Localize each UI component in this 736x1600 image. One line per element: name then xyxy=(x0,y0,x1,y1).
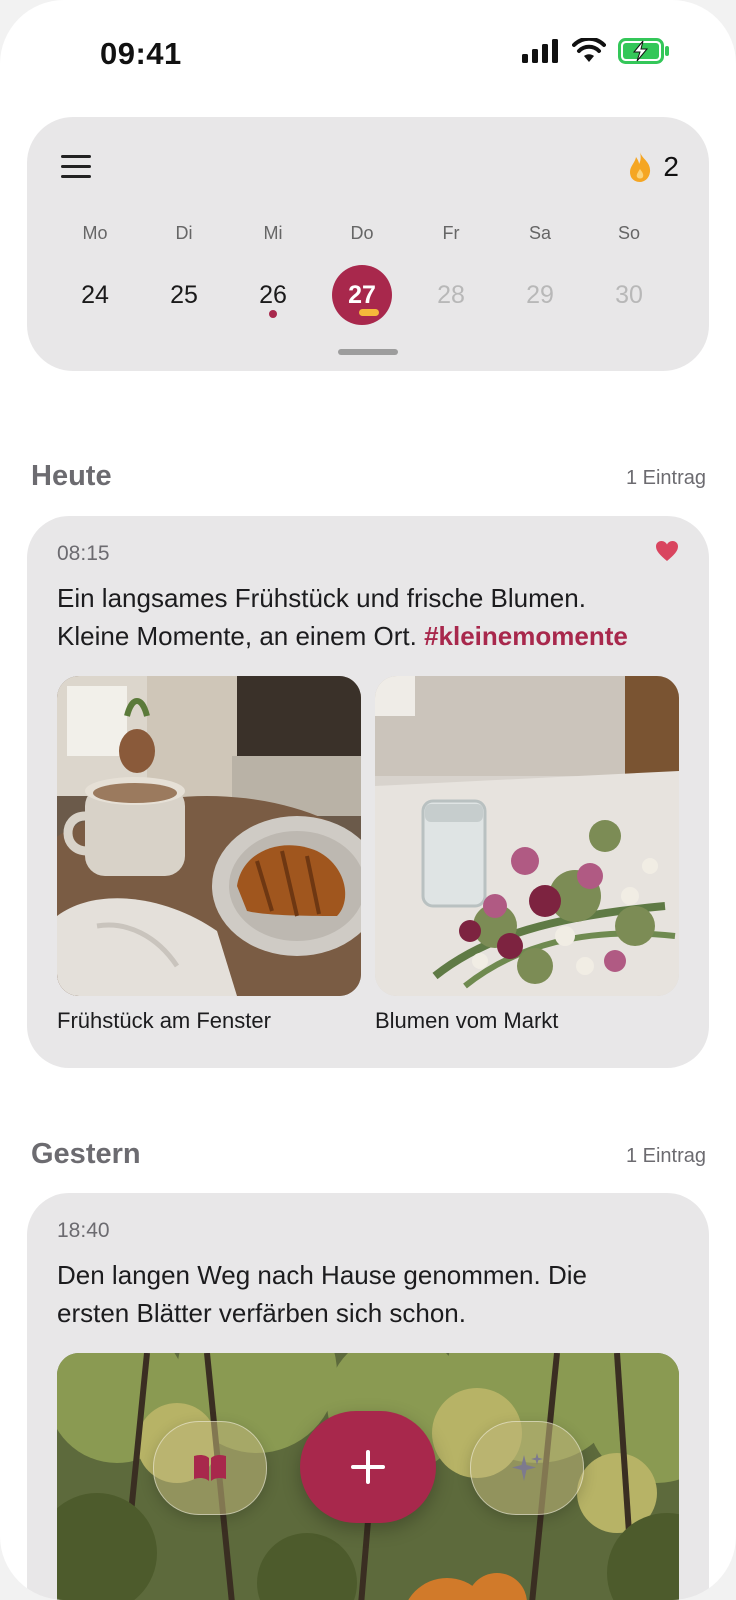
app-screen: 09:41 2 Mo Di Mi Do Fr Sa So 24 25 26 27… xyxy=(0,0,736,1600)
photo-caption: Frühstück am Fenster xyxy=(57,1008,271,1033)
hashtag-link[interactable]: #kleinemomente xyxy=(424,621,628,651)
menu-icon xyxy=(61,155,91,158)
sparkles-icon xyxy=(512,1453,543,1481)
entry-card-yesterday[interactable]: 18:40 Den langen Weg nach Hause genommen… xyxy=(27,1193,709,1600)
add-entry-button[interactable] xyxy=(300,1411,436,1523)
plus-icon xyxy=(351,1450,385,1484)
entry-text-line: Ein langsames Frühstück und frische Blum… xyxy=(57,583,586,613)
weekday-label: Mi xyxy=(263,223,283,243)
status-icons xyxy=(522,38,670,64)
ai-insights-button[interactable] xyxy=(470,1421,584,1515)
status-time: 09:41 xyxy=(100,36,182,71)
weekday-label: Mo xyxy=(82,223,108,243)
expand-handle[interactable] xyxy=(338,349,398,355)
entry-card-today[interactable]: 08:15 Ein langsames Frühstück und frisch… xyxy=(27,516,709,1068)
streak-count: 2 xyxy=(663,151,679,182)
menu-icon-line xyxy=(61,175,91,178)
entry-text: Ein langsames Frühstück und frische Blum… xyxy=(57,579,687,655)
entry-time: 18:40 xyxy=(57,1219,110,1242)
breakfast-photo-image xyxy=(57,676,361,996)
weekday-label: Do xyxy=(350,223,374,243)
streak-counter[interactable]: 2 xyxy=(627,151,679,183)
entry-time: 08:15 xyxy=(57,542,110,565)
day-24[interactable]: 24 xyxy=(65,265,125,325)
section-count-yesterday: 1 Eintrag xyxy=(625,1145,706,1167)
week-calendar-card: 2 Mo Di Mi Do Fr Sa So 24 25 26 27 28 29… xyxy=(27,117,709,371)
photo-flowers[interactable] xyxy=(375,676,679,996)
flame-icon xyxy=(630,152,651,182)
heart-icon xyxy=(656,541,678,561)
weekday-label: Sa xyxy=(528,223,552,243)
signal-icon xyxy=(522,39,558,63)
battery-icon xyxy=(618,38,669,64)
entry-text-line: ersten Blätter verfärben sich schon. xyxy=(57,1298,466,1328)
weekday-label: So xyxy=(617,223,641,243)
day-28[interactable]: 28 xyxy=(421,265,481,325)
day-27-selected[interactable]: 27 xyxy=(332,265,392,325)
journal-button[interactable] xyxy=(153,1421,267,1515)
wifi-icon xyxy=(572,38,606,62)
menu-icon-line xyxy=(61,165,91,168)
day-25[interactable]: 25 xyxy=(154,265,214,325)
section-title-today: Heute xyxy=(31,460,112,492)
entry-text-line: Den langen Weg nach Hause genommen. Die xyxy=(57,1260,587,1290)
favorite-button[interactable] xyxy=(655,540,679,567)
section-title-yesterday: Gestern xyxy=(31,1138,141,1170)
photo-caption: Blumen vom Markt xyxy=(375,1008,559,1033)
flowers-photo-image xyxy=(375,676,679,996)
day-30[interactable]: 30 xyxy=(599,265,659,325)
weekday-label: Di xyxy=(175,223,193,243)
status-bar: 09:41 xyxy=(0,0,736,100)
day-29[interactable]: 29 xyxy=(510,265,570,325)
photo-breakfast[interactable] xyxy=(57,676,361,996)
entry-indicator-dot xyxy=(269,310,277,318)
section-count-today: 1 Eintrag xyxy=(625,467,706,489)
today-indicator-bar xyxy=(359,309,379,316)
weekday-label: Fr xyxy=(442,223,460,243)
entry-text: Den langen Weg nach Hause genommen. Die … xyxy=(57,1256,687,1332)
menu-button[interactable] xyxy=(61,155,91,179)
entry-text-line: Kleine Momente, an einem Ort. xyxy=(57,621,417,651)
book-icon xyxy=(194,1454,226,1481)
